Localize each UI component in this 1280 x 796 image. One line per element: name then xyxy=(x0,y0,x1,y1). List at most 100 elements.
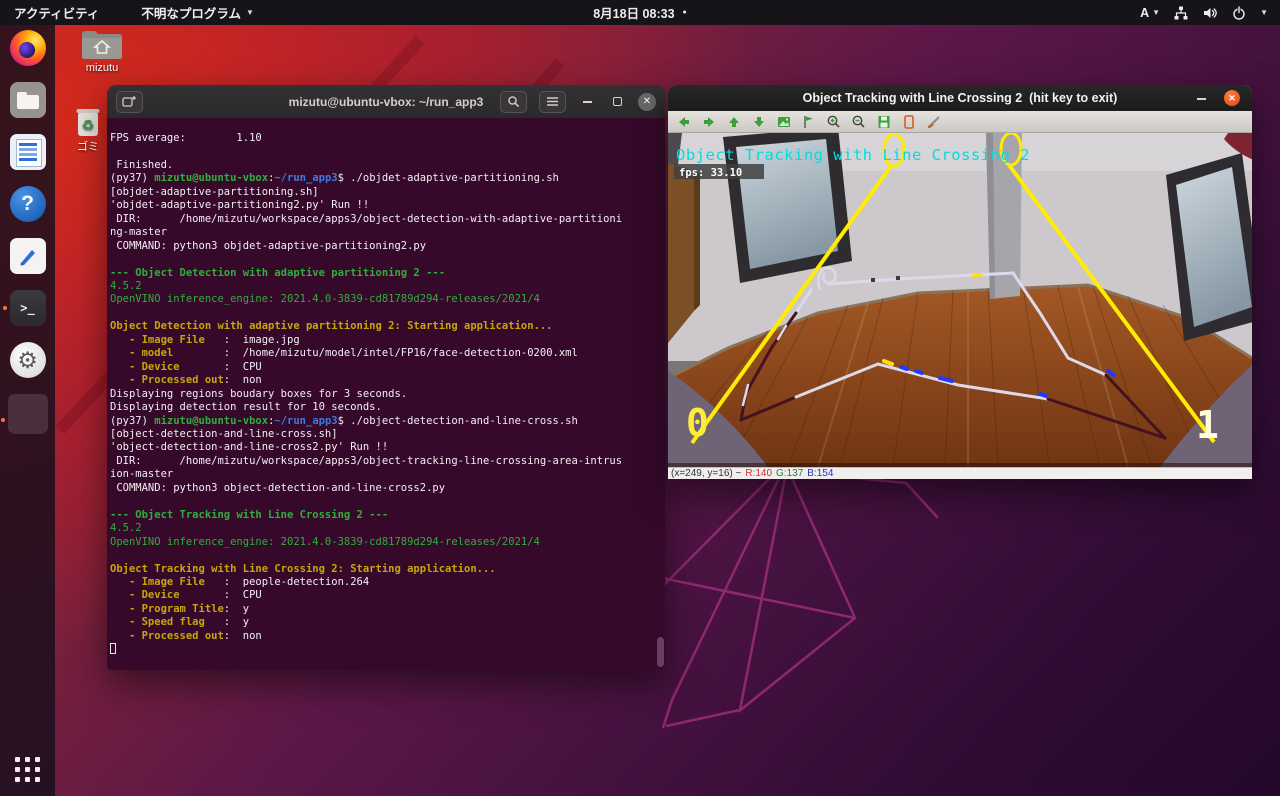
save-button[interactable] xyxy=(873,113,894,131)
dock-item-settings[interactable]: ⚙ xyxy=(10,342,46,378)
terminal-icon: >_ xyxy=(10,290,46,326)
terminal-body[interactable]: FPS average: 1.10 Finished.(py37) mizutu… xyxy=(107,118,665,670)
pan-left-button[interactable] xyxy=(673,113,694,131)
close-icon: ✕ xyxy=(638,93,656,111)
zoom-out-button[interactable] xyxy=(848,113,869,131)
room-scene xyxy=(668,133,1252,467)
dock-item-text-editor[interactable] xyxy=(10,238,46,274)
save-icon xyxy=(876,114,892,130)
pixel-blue-value: B:154 xyxy=(807,468,833,479)
flag-button[interactable] xyxy=(798,113,819,131)
terminal-window: mizutu@ubuntu-vbox: ~/run_app3 ✕ xyxy=(107,85,665,670)
search-button[interactable] xyxy=(500,91,527,113)
dock: ? >_ ⚙ xyxy=(0,25,55,796)
menu-button[interactable] xyxy=(539,91,566,113)
running-indicator-dot xyxy=(1,418,5,422)
video-title: Object Tracking with Line Crossing 2 (hi… xyxy=(803,91,1118,105)
minimize-button[interactable] xyxy=(578,93,596,111)
brush-button[interactable] xyxy=(923,113,944,131)
svg-text:♻: ♻ xyxy=(82,117,95,133)
clock-label: 8月18日 08:33 xyxy=(593,3,674,22)
clock-menu[interactable]: 8月18日 08:33 ● xyxy=(593,3,687,22)
files-icon xyxy=(10,82,46,118)
properties-icon xyxy=(901,114,917,130)
terminal-output: FPS average: 1.10 Finished.(py37) mizutu… xyxy=(110,132,662,657)
close-icon: ✕ xyxy=(1228,93,1236,104)
network-icon[interactable] xyxy=(1173,5,1189,21)
maximize-icon xyxy=(613,97,622,106)
brush-icon xyxy=(926,114,942,130)
chevron-down-icon[interactable]: ▼ xyxy=(1260,8,1268,17)
image-icon xyxy=(776,114,792,130)
app-menu[interactable]: 不明なプログラム ▼ xyxy=(141,3,254,22)
terminal-titlebar[interactable]: mizutu@ubuntu-vbox: ~/run_app3 ✕ xyxy=(107,85,665,118)
help-icon: ? xyxy=(10,186,46,222)
video-titlebar[interactable]: Object Tracking with Line Crossing 2 (hi… xyxy=(668,85,1252,111)
pan-left-icon xyxy=(676,114,692,130)
firefox-icon xyxy=(10,30,46,66)
running-indicator-dot xyxy=(3,306,7,310)
app-menu-label: 不明なプログラム xyxy=(141,3,241,22)
text-editor-icon xyxy=(10,238,46,274)
dock-item-window-slot[interactable] xyxy=(8,394,48,434)
home-folder-icon xyxy=(80,28,124,62)
pixel-green-value: G:137 xyxy=(776,468,803,479)
keyboard-layout-indicator[interactable]: A ▼ xyxy=(1140,6,1160,20)
window-slot-icon xyxy=(8,394,48,434)
video-toolbar xyxy=(668,111,1252,133)
power-icon[interactable] xyxy=(1231,5,1247,21)
pan-up-icon xyxy=(726,114,742,130)
desktop-icon-home[interactable]: mizutu xyxy=(74,28,130,74)
dock-item-firefox[interactable] xyxy=(10,30,46,66)
pan-right-button[interactable] xyxy=(698,113,719,131)
terminal-scrollbar[interactable] xyxy=(657,637,664,667)
chevron-down-icon: ▼ xyxy=(1152,8,1160,17)
show-applications-button[interactable] xyxy=(15,757,40,782)
desktop-icon-label: ゴミ xyxy=(64,138,112,154)
video-window: Object Tracking with Line Crossing 2 (hi… xyxy=(668,85,1252,479)
video-statusbar: (x=249, y=16) ~ R:140 G:137 B:154 xyxy=(668,467,1252,479)
fps-badge: fps: 33.10 xyxy=(679,167,742,179)
close-button[interactable]: ✕ xyxy=(1224,90,1240,106)
minimize-icon xyxy=(1197,98,1206,100)
maximize-button[interactable] xyxy=(608,93,626,111)
pan-down-icon xyxy=(751,114,767,130)
flag-icon xyxy=(801,114,817,130)
desktop: アクティビティ 不明なプログラム ▼ 8月18日 08:33 ● A ▼ xyxy=(0,0,1280,796)
terminal-title: mizutu@ubuntu-vbox: ~/run_app3 xyxy=(289,95,484,109)
overlay-title: Object Tracking with Line Crossing 2 xyxy=(676,146,1030,164)
line-0-label: 0 xyxy=(686,401,709,445)
keyboard-layout-label: A xyxy=(1140,6,1149,20)
dock-item-writer[interactable] xyxy=(10,134,46,170)
dock-item-terminal[interactable]: >_ xyxy=(10,290,46,326)
video-frame[interactable]: 0 1 Object Tracking with Line Crossing 2… xyxy=(668,133,1252,467)
pan-down-button[interactable] xyxy=(748,113,769,131)
zoom-out-icon xyxy=(851,114,867,130)
activities-button[interactable]: アクティビティ xyxy=(14,3,99,22)
image-button[interactable] xyxy=(773,113,794,131)
minimize-button[interactable] xyxy=(1194,89,1208,103)
top-bar: アクティビティ 不明なプログラム ▼ 8月18日 08:33 ● A ▼ xyxy=(0,0,1280,25)
desktop-icon-trash[interactable]: ♻ ゴミ xyxy=(64,106,112,154)
pixel-coords: (x=249, y=16) ~ xyxy=(671,468,741,479)
zoom-in-icon xyxy=(826,114,842,130)
trash-icon: ♻ xyxy=(75,106,101,138)
close-button[interactable]: ✕ xyxy=(638,93,656,111)
minimize-icon xyxy=(583,101,592,103)
zoom-in-button[interactable] xyxy=(823,113,844,131)
dock-item-files[interactable] xyxy=(10,82,46,118)
search-icon xyxy=(507,95,520,108)
volume-icon[interactable] xyxy=(1202,5,1218,21)
libreoffice-writer-icon xyxy=(10,134,46,170)
desktop-icon-label: mizutu xyxy=(74,62,130,74)
pan-up-button[interactable] xyxy=(723,113,744,131)
notification-dot-icon: ● xyxy=(683,9,687,16)
new-tab-icon xyxy=(122,95,137,108)
dock-item-help[interactable]: ? xyxy=(10,186,46,222)
chevron-down-icon: ▼ xyxy=(246,8,254,17)
pixel-red-value: R:140 xyxy=(745,468,772,479)
line-1-label: 1 xyxy=(1196,403,1219,447)
properties-button[interactable] xyxy=(898,113,919,131)
new-tab-button[interactable] xyxy=(116,91,143,113)
pan-right-icon xyxy=(701,114,717,130)
